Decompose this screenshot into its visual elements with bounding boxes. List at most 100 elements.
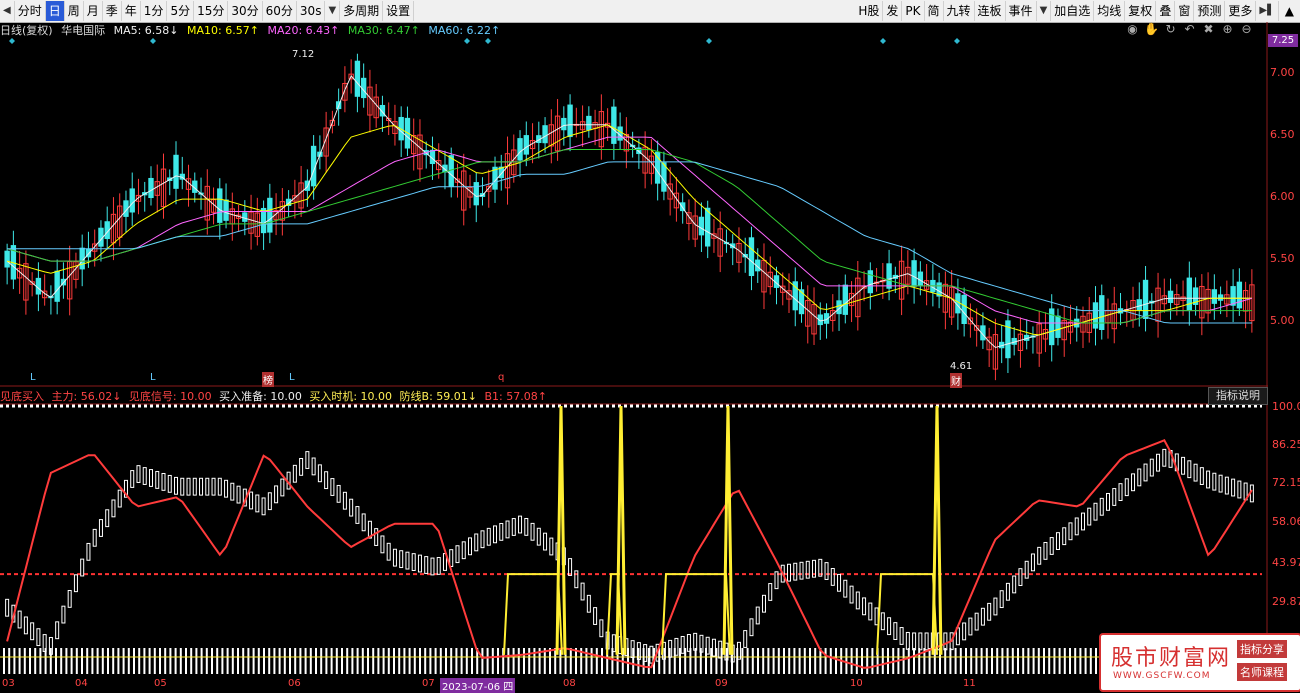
- l-marker[interactable]: L: [30, 372, 36, 383]
- candle-body: [517, 138, 523, 161]
- zhuli-bar: [142, 467, 147, 485]
- zhuli-bar: [1199, 467, 1204, 485]
- zhuli-bar: [905, 631, 910, 650]
- watermark-tag: 名师课程: [1237, 663, 1287, 681]
- zhuli-bar: [342, 491, 347, 510]
- zhuli-bar: [105, 509, 110, 528]
- zhuli-bar: [718, 640, 723, 659]
- zhuli-bar: [180, 477, 185, 496]
- zhuli-bar: [30, 622, 35, 641]
- watermark-title: 股市财富网: [1111, 646, 1232, 671]
- candle-body: [1211, 289, 1218, 304]
- candle-body: [1167, 290, 1174, 303]
- zhuli-bar: [868, 602, 873, 621]
- event-diamond: [9, 38, 15, 44]
- candle-body: [448, 155, 454, 187]
- zhuli-bar: [943, 632, 948, 651]
- zhuli-bar: [1187, 460, 1192, 479]
- candle-body: [1236, 281, 1243, 309]
- candle-body: [1092, 302, 1099, 329]
- zhuli-bar: [705, 636, 710, 655]
- zhuli-bar: [799, 561, 804, 580]
- bang-marker[interactable]: 榜: [262, 372, 274, 387]
- zhuli-bar: [693, 632, 698, 651]
- candle-body: [1055, 315, 1061, 338]
- indicator-tick: 86.25: [1272, 438, 1300, 451]
- zhuli-bar: [92, 528, 97, 547]
- zhuli-bar: [1080, 512, 1085, 531]
- zhuli-bar: [1093, 502, 1098, 521]
- indicator-help-button[interactable]: 指标说明: [1208, 387, 1268, 405]
- zhuli-bar: [474, 533, 479, 552]
- zhuli-bar: [230, 482, 235, 501]
- zhuli-bar: [486, 527, 491, 546]
- date-axis: 03 04 05 06 07 2023-07-06 四 08 09 10 11: [0, 678, 1268, 693]
- zhuli-bar: [386, 542, 391, 561]
- zhuli-bar: [862, 597, 867, 616]
- zhuli-bar: [568, 558, 573, 576]
- zhuli-bar: [1237, 480, 1242, 499]
- zhuli-bar: [167, 474, 172, 493]
- zhuli-bar: [67, 589, 72, 608]
- event-diamond: [954, 38, 960, 44]
- jiandi-value: 见底信号: 10.00: [128, 390, 212, 403]
- zhuli-bar: [424, 556, 429, 574]
- l-marker[interactable]: L: [289, 372, 295, 383]
- candle-body: [661, 162, 667, 192]
- candle-body: [79, 247, 85, 270]
- zhuli-bar: [1087, 507, 1092, 526]
- zhuli-bar: [1162, 448, 1167, 467]
- zhuli-bar: [205, 477, 210, 496]
- candle-body: [354, 60, 361, 97]
- zhuli-bar: [793, 562, 798, 581]
- zhuli-bar: [186, 477, 191, 496]
- zhuli-bar: [1055, 532, 1060, 550]
- zhuli-bar: [980, 607, 985, 626]
- zhuli-bar: [1137, 468, 1142, 487]
- zhuli-bar: [1112, 488, 1117, 506]
- q-marker[interactable]: q: [498, 372, 504, 383]
- zhuli-bar: [117, 489, 122, 508]
- zhuli-bar: [399, 550, 404, 569]
- zhuli-bar: [599, 619, 604, 638]
- zhuli-bar: [1043, 541, 1048, 560]
- zhuli-bar: [880, 612, 885, 631]
- zhuli-bar: [787, 563, 792, 582]
- month-label: 04: [75, 678, 88, 689]
- zhuli-bar: [380, 535, 385, 554]
- zhuli-bar: [805, 560, 810, 579]
- zhuli-bar: [643, 644, 648, 662]
- zhuli-bar: [755, 606, 760, 625]
- selected-date: 2023-07-06 四: [440, 678, 516, 693]
- zhuli-bar: [392, 548, 397, 567]
- chart-canvas[interactable]: [0, 0, 1300, 690]
- high-price-label: 7.12: [292, 49, 315, 60]
- zhuli-bar: [968, 617, 973, 636]
- zhuli-bar: [1068, 522, 1073, 541]
- month-label: 09: [715, 678, 728, 689]
- zhuli-bar: [161, 472, 166, 491]
- zhuli-bar: [518, 515, 523, 534]
- zhuli-bar: [499, 522, 504, 541]
- zhuli-bar: [299, 457, 304, 476]
- fangxian-line: [6, 439, 1253, 669]
- zhuli-bar: [61, 605, 66, 624]
- candle-body: [1099, 295, 1105, 331]
- zhuli-bar: [893, 622, 898, 640]
- zhuli-bar: [849, 585, 854, 604]
- l-marker[interactable]: L: [150, 372, 156, 383]
- zhuli-bar: [743, 630, 748, 648]
- candle-body: [917, 271, 924, 286]
- zhuli-bar: [1218, 474, 1223, 493]
- zhuli-bar: [611, 634, 616, 653]
- zhuli-bar: [274, 485, 279, 504]
- zhuli-bar: [155, 471, 160, 489]
- zhuli-bar: [511, 518, 516, 536]
- fangxian-value: 防线B: 59.01↓: [399, 390, 477, 403]
- zhuli-bar: [136, 465, 141, 483]
- indicator-tick: 72.15: [1272, 476, 1300, 489]
- zhuli-bar: [455, 545, 460, 564]
- zhuli-bar: [686, 634, 691, 652]
- cai-marker[interactable]: 财: [950, 373, 962, 388]
- zhuli-bar: [255, 494, 260, 513]
